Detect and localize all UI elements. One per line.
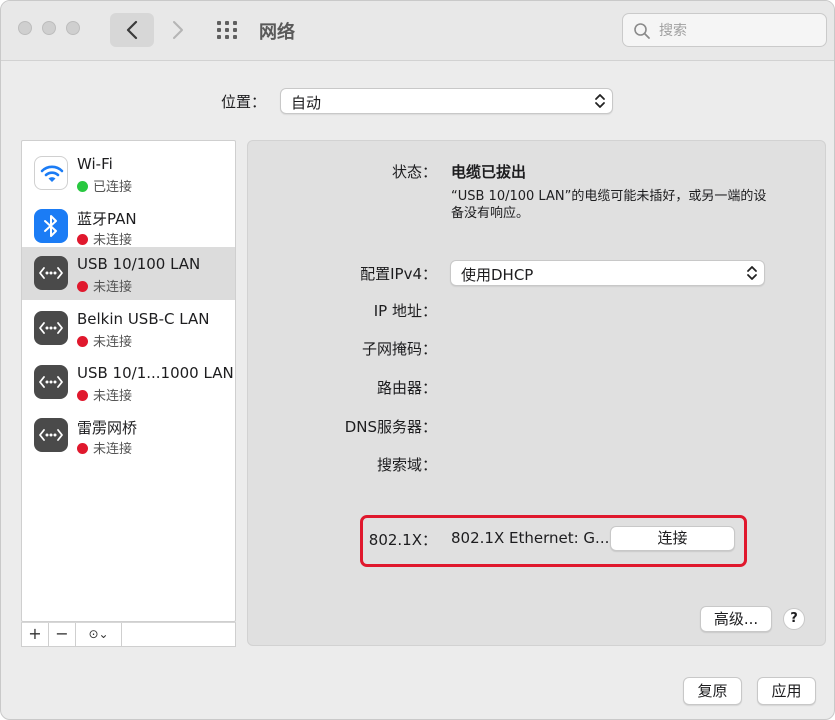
status-label: 状态： [391,163,437,181]
subnet-mask-label: 子网掩码： [361,340,437,358]
forward-button[interactable] [161,13,195,47]
service-actions-button[interactable]: ⊙⌄ [76,623,122,646]
revert-button[interactable]: 复原 [683,677,742,705]
updown-chevron-icon [747,266,757,280]
configure-ipv4-label: 配置IPv4： [360,265,437,283]
8021x-label: 802.1X： [368,531,437,549]
show-all-grid-icon[interactable] [217,21,237,39]
wifi-icon [34,156,68,190]
8021x-value: 802.1X Ethernet: G... [451,529,610,547]
chevron-right-icon [173,21,183,39]
service-item-wifi[interactable]: Wi-Fi 已连接 [22,147,235,200]
service-status: 未连接 [77,276,132,295]
service-name: USB 10/1...1000 LAN [77,364,234,382]
ip-address-label: IP 地址： [373,302,437,320]
service-name: Belkin USB-C LAN [77,310,210,328]
service-status: 未连接 [77,438,132,457]
bluetooth-icon [34,209,68,243]
service-status: 已连接 [77,176,132,195]
status-dot-red [77,443,88,454]
chevron-left-icon [126,20,138,40]
configure-ipv4-value: 使用DHCP [461,266,534,284]
status-dot-red [77,234,88,245]
search-field[interactable] [622,13,827,47]
advanced-button[interactable]: 高级... [700,606,772,632]
location-select[interactable]: 自动 [280,88,613,114]
service-status: 未连接 [77,331,132,350]
dns-server-label: DNS服务器： [344,418,437,436]
status-description: “USB 10/100 LAN”的电缆可能未插好，或另一端的设备没有响应。 [451,189,767,221]
router-label: 路由器： [376,379,437,397]
status-value: 电缆已拔出 [451,163,527,181]
service-item-bluetooth-pan[interactable]: 蓝牙PAN 未连接 [22,200,235,253]
service-name: 蓝牙PAN [77,210,137,228]
zoom-window-button[interactable] [66,21,80,35]
ethernet-icon [34,311,68,345]
add-service-button[interactable]: + [22,623,49,646]
connect-button[interactable]: 连接 [610,526,735,551]
service-name: USB 10/100 LAN [77,255,201,273]
status-dot-green [77,181,88,192]
search-domain-label: 搜索域： [376,456,437,474]
status-dot-red [77,336,88,347]
service-list-toolbar: + − ⊙⌄ [21,622,236,647]
service-item-belkin-usb-c-lan[interactable]: Belkin USB-C LAN 未连接 [22,302,235,355]
status-dot-red [77,281,88,292]
location-value: 自动 [291,94,322,112]
help-button[interactable]: ? [783,608,805,630]
service-name: Wi-Fi [77,155,113,173]
ethernet-icon [34,418,68,452]
search-input[interactable] [659,20,819,42]
service-name: 雷雳网桥 [77,419,138,437]
toolbar: 网络 [1,1,834,61]
location-label: 位置： [221,93,267,111]
ethernet-icon [34,256,68,290]
window-title: 网络 [259,22,295,43]
service-item-usb-1000-lan[interactable]: USB 10/1...1000 LAN 未连接 [22,356,235,409]
back-button[interactable] [110,13,154,47]
service-item-thunderbolt-bridge[interactable]: 雷雳网桥 未连接 [22,409,235,462]
ethernet-icon [34,365,68,399]
configure-ipv4-select[interactable]: 使用DHCP [450,260,765,286]
service-status: 未连接 [77,229,132,248]
search-icon [634,23,650,39]
apply-button[interactable]: 应用 [757,677,816,705]
service-list: Wi-Fi 已连接 蓝牙PAN 未连接 USB 10/100 LAN 未连接 B… [21,140,236,622]
updown-chevron-icon [595,94,605,108]
status-dot-red [77,390,88,401]
service-item-usb-10-100-lan[interactable]: USB 10/100 LAN 未连接 [22,247,235,300]
service-status: 未连接 [77,385,132,404]
close-window-button[interactable] [18,21,32,35]
network-preferences-window: 网络 位置： 自动 Wi-Fi 已连接 蓝牙 [0,0,835,720]
minimize-window-button[interactable] [42,21,56,35]
remove-service-button[interactable]: − [49,623,76,646]
